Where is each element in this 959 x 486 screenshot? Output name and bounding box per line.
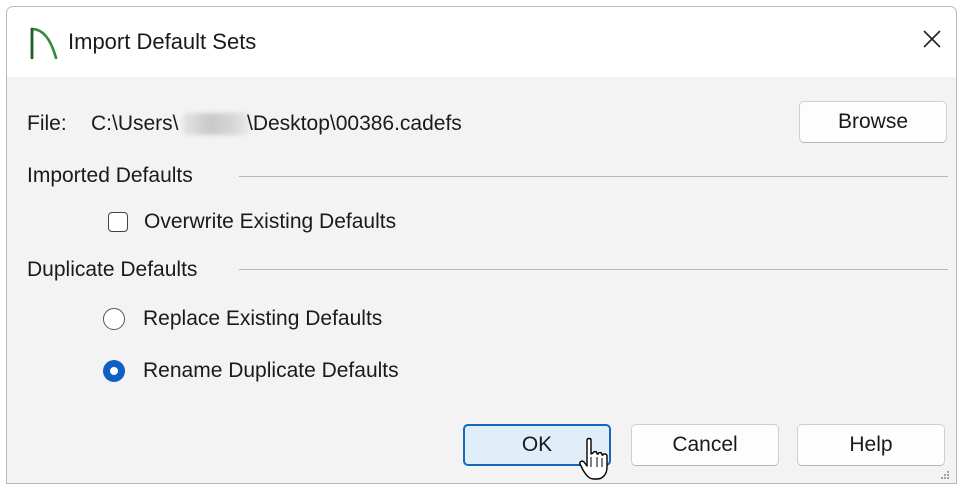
- overwrite-existing-label[interactable]: Overwrite Existing Defaults: [144, 209, 396, 235]
- browse-button[interactable]: Browse: [799, 101, 947, 143]
- dialog-title: Import Default Sets: [68, 29, 257, 54]
- rename-duplicate-label[interactable]: Rename Duplicate Defaults: [143, 358, 399, 384]
- replace-existing-label[interactable]: Replace Existing Defaults: [143, 306, 382, 332]
- resize-grip-icon[interactable]: [940, 467, 950, 479]
- redacted-username: [183, 113, 249, 135]
- rename-duplicate-radio[interactable]: [103, 360, 125, 382]
- title-bar: Import Default Sets: [7, 7, 956, 77]
- close-button[interactable]: [912, 21, 952, 61]
- help-button[interactable]: Help: [797, 424, 945, 466]
- file-path-suffix: \Desktop\00386.cadefs: [247, 112, 462, 135]
- cancel-button[interactable]: Cancel: [631, 424, 779, 466]
- imported-defaults-group-title: Imported Defaults: [27, 164, 193, 187]
- import-default-sets-dialog: Import Default Sets File: C:\Users\ \Des…: [6, 6, 957, 484]
- group-divider: [239, 176, 948, 177]
- group-divider: [239, 269, 948, 270]
- mouse-pointer-icon: [579, 437, 609, 483]
- replace-existing-radio[interactable]: [103, 308, 125, 330]
- duplicate-defaults-group-title: Duplicate Defaults: [27, 258, 198, 281]
- close-icon: [923, 29, 941, 53]
- overwrite-existing-checkbox[interactable]: [108, 212, 128, 232]
- cad-app-icon: [29, 25, 59, 60]
- file-path-prefix: C:\Users\: [91, 112, 179, 135]
- file-label: File:: [27, 112, 67, 135]
- radio-selected-dot: [110, 367, 118, 375]
